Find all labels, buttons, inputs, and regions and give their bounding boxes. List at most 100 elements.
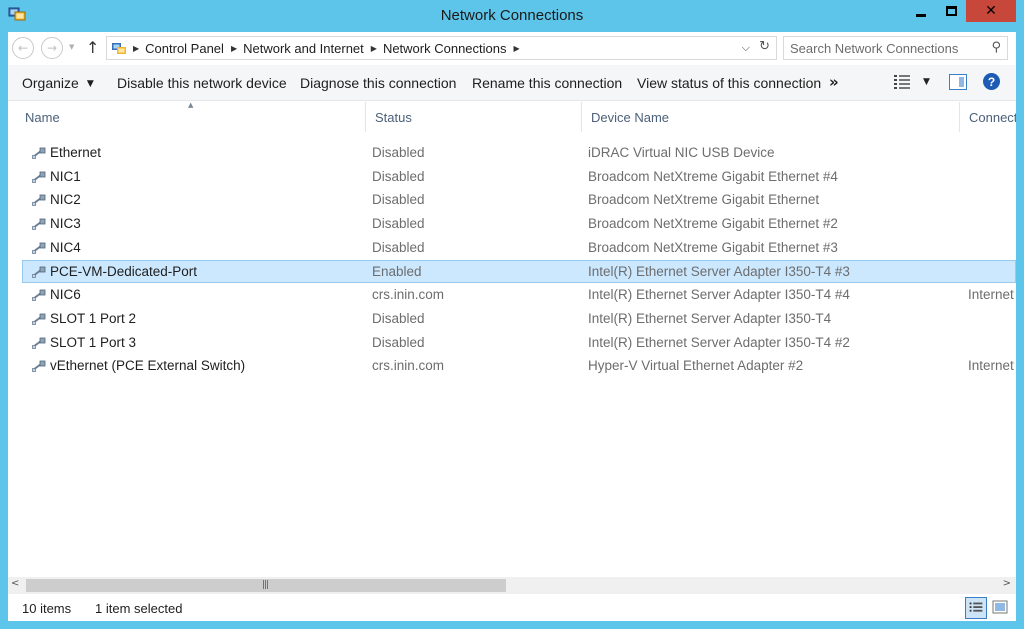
minimize-icon	[916, 13, 926, 17]
search-box[interactable]: ⚲	[783, 36, 1008, 60]
device-name: Intel(R) Ethernet Server Adapter I350-T4…	[588, 287, 850, 303]
device-name: Intel(R) Ethernet Server Adapter I350-T4…	[588, 334, 850, 350]
close-button[interactable]: ✕	[966, 0, 1016, 22]
disable-device-button[interactable]: Disable this network device	[117, 75, 287, 91]
connections-list: Ethernet Disabled iDRAC Virtual NIC USB …	[8, 141, 1016, 577]
connection-name: SLOT 1 Port 2	[50, 310, 137, 326]
client-area: ← → ▼ ↑ ▶ Control Panel ▶ Network and In…	[8, 32, 1016, 621]
large-icons-view-icon[interactable]	[992, 600, 1008, 614]
connection-name: SLOT 1 Port 3	[50, 334, 137, 350]
device-name: Broadcom NetXtreme Gigabit Ethernet #3	[588, 239, 838, 255]
close-icon: ✕	[985, 3, 997, 19]
device-name: Intel(R) Ethernet Server Adapter I350-T4	[588, 310, 832, 326]
more-commands-button[interactable]: »	[829, 73, 839, 91]
list-item[interactable]: SLOT 1 Port 2 Disabled Intel(R) Ethernet…	[22, 307, 1016, 330]
rename-connection-button[interactable]: Rename this connection	[472, 75, 622, 91]
connection-status: Disabled	[372, 216, 425, 232]
connection-status: Disabled	[372, 145, 425, 160]
item-count: 10 items	[22, 601, 72, 616]
column-name[interactable]: Name	[16, 102, 365, 132]
scroll-left-icon[interactable]: <	[11, 578, 19, 589]
device-name: Intel(R) Ethernet Server Adapter I350-T4…	[588, 263, 850, 279]
details-lines-icon	[969, 602, 983, 612]
list-item[interactable]: SLOT 1 Port 3 Disabled Intel(R) Ethernet…	[22, 331, 1016, 354]
chevron-right-icon[interactable]: ▶	[231, 44, 237, 53]
list-item[interactable]: NIC6 crs.inin.com Intel(R) Ethernet Serv…	[22, 283, 1016, 306]
connection-status: Enabled	[372, 263, 422, 279]
network-adapter-icon	[32, 147, 46, 159]
device-name: Broadcom NetXtreme Gigabit Ethernet #2	[588, 216, 838, 232]
connection-status: crs.inin.com	[372, 358, 445, 374]
organize-label: Organize	[22, 75, 79, 91]
connectivity: Internet	[968, 358, 1014, 374]
view-options-dropdown[interactable]: ▼	[923, 77, 930, 87]
network-adapter-icon	[32, 289, 46, 302]
chevron-right-icon[interactable]: ▶	[514, 44, 520, 53]
list-item[interactable]: NIC3 Disabled Broadcom NetXtreme Gigabit…	[22, 212, 1016, 235]
maximize-button[interactable]	[937, 0, 966, 22]
list-item[interactable]: NIC4 Disabled Broadcom NetXtreme Gigabit…	[22, 236, 1016, 259]
device-name: Broadcom NetXtreme Gigabit Ethernet #4	[588, 168, 838, 184]
connection-name: NIC6	[50, 287, 81, 303]
preview-pane-icon[interactable]	[949, 74, 967, 90]
list-item[interactable]: NIC1 Disabled Broadcom NetXtreme Gigabit…	[22, 165, 1016, 188]
chevron-right-icon[interactable]: ▶	[371, 44, 377, 53]
minimize-button[interactable]	[906, 0, 936, 22]
organize-menu-button[interactable]: Organize ▼	[22, 75, 94, 91]
control-panel-icon	[112, 43, 126, 54]
scroll-right-icon[interactable]: >	[1003, 578, 1011, 589]
back-button[interactable]: ←	[12, 37, 34, 59]
grip-icon: |||	[262, 580, 269, 590]
device-name: iDRAC Virtual NIC USB Device	[588, 145, 775, 160]
status-bar: 10 items 1 item selected	[8, 594, 1016, 621]
column-device-name[interactable]: Device Name	[581, 102, 959, 132]
back-arrow-icon: ←	[17, 41, 29, 55]
device-name: Hyper-V Virtual Ethernet Adapter #2	[588, 358, 804, 374]
connection-name: vEthernet (PCE External Switch)	[50, 358, 246, 374]
view-status-button[interactable]: View status of this connection	[637, 75, 821, 91]
network-adapter-icon	[32, 218, 46, 230]
address-history-dropdown[interactable]: ⌵	[742, 41, 750, 55]
column-status[interactable]: Status	[365, 102, 581, 132]
connection-name: Ethernet	[50, 145, 102, 160]
list-item-selected[interactable]: PCE-VM-Dedicated-Port Enabled Intel(R) E…	[22, 259, 1016, 283]
network-adapter-icon	[32, 242, 46, 254]
recent-locations-dropdown[interactable]: ▼	[69, 43, 74, 51]
search-input[interactable]	[784, 37, 979, 59]
caret-down-icon: ▼	[86, 79, 94, 89]
column-connectivity[interactable]: Connect	[959, 102, 1016, 132]
details-view-icon[interactable]	[965, 597, 987, 619]
change-view-icon[interactable]	[892, 73, 912, 91]
connection-status: Disabled	[372, 168, 425, 184]
address-bar[interactable]: ▶ Control Panel ▶ Network and Internet ▶…	[106, 36, 777, 60]
network-adapter-icon	[32, 171, 46, 183]
network-adapter-icon	[32, 360, 46, 373]
search-icon[interactable]: ⚲	[991, 40, 1001, 55]
breadcrumb-control-panel[interactable]: Control Panel	[145, 41, 224, 56]
breadcrumb-network-connections[interactable]: Network Connections	[383, 41, 507, 56]
list-item[interactable]: Ethernet Disabled iDRAC Virtual NIC USB …	[22, 141, 1016, 164]
refresh-icon[interactable]: ↻	[759, 39, 770, 54]
scrollbar-thumb[interactable]: |||	[26, 579, 506, 592]
chevron-right-icon[interactable]: ▶	[133, 44, 139, 53]
list-item[interactable]: vEthernet (PCE External Switch) crs.inin…	[22, 354, 1016, 377]
title-bar[interactable]: Network Connections ✕	[0, 0, 1024, 32]
up-button[interactable]: ↑	[86, 38, 99, 57]
connection-name: NIC4	[50, 239, 81, 255]
diagnose-connection-button[interactable]: Diagnose this connection	[300, 75, 456, 91]
network-adapter-icon	[32, 313, 46, 325]
selection-count: 1 item selected	[95, 601, 183, 616]
connection-status: Disabled	[372, 310, 425, 326]
horizontal-scrollbar[interactable]: < ||| >	[8, 577, 1016, 594]
network-adapter-icon	[32, 266, 46, 278]
breadcrumb-network-and-internet[interactable]: Network and Internet	[243, 41, 364, 56]
help-icon[interactable]: ?	[983, 73, 1000, 90]
list-item[interactable]: NIC2 Disabled Broadcom NetXtreme Gigabit…	[22, 188, 1016, 211]
forward-arrow-icon: →	[46, 41, 58, 55]
connection-status: Disabled	[372, 334, 425, 350]
network-adapter-icon	[32, 337, 46, 349]
connection-name: NIC3	[50, 216, 81, 232]
command-bar: Organize ▼ Disable this network device Di…	[8, 65, 1016, 101]
breadcrumb: ▶ Control Panel ▶ Network and Internet ▶…	[133, 37, 526, 59]
forward-button[interactable]: →	[41, 37, 63, 59]
